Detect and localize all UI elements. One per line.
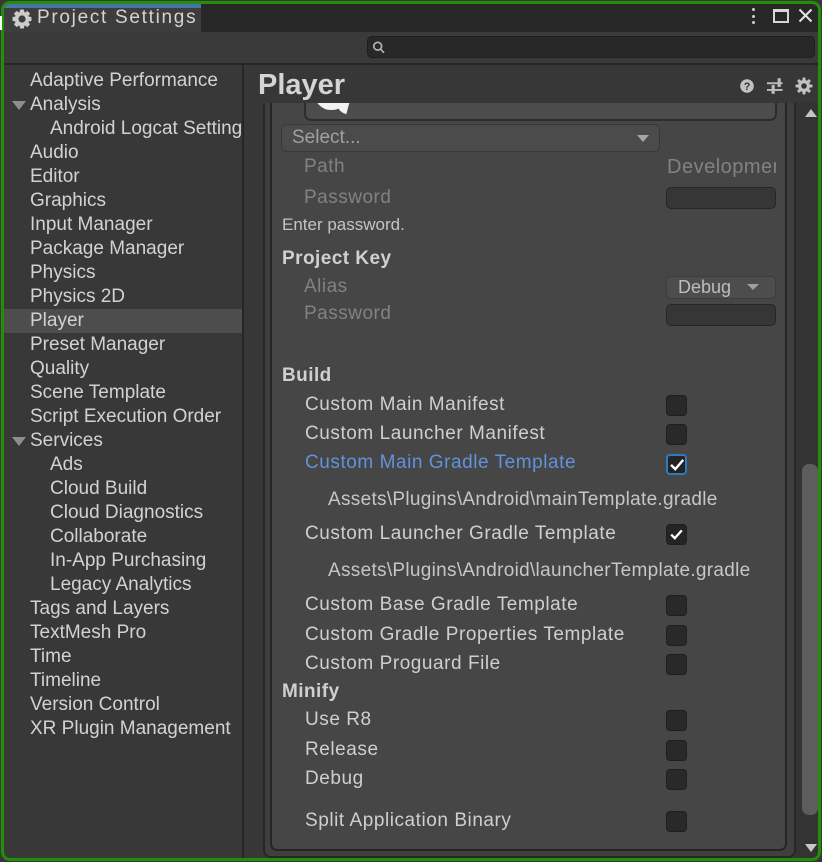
- svg-text:?: ?: [744, 81, 751, 93]
